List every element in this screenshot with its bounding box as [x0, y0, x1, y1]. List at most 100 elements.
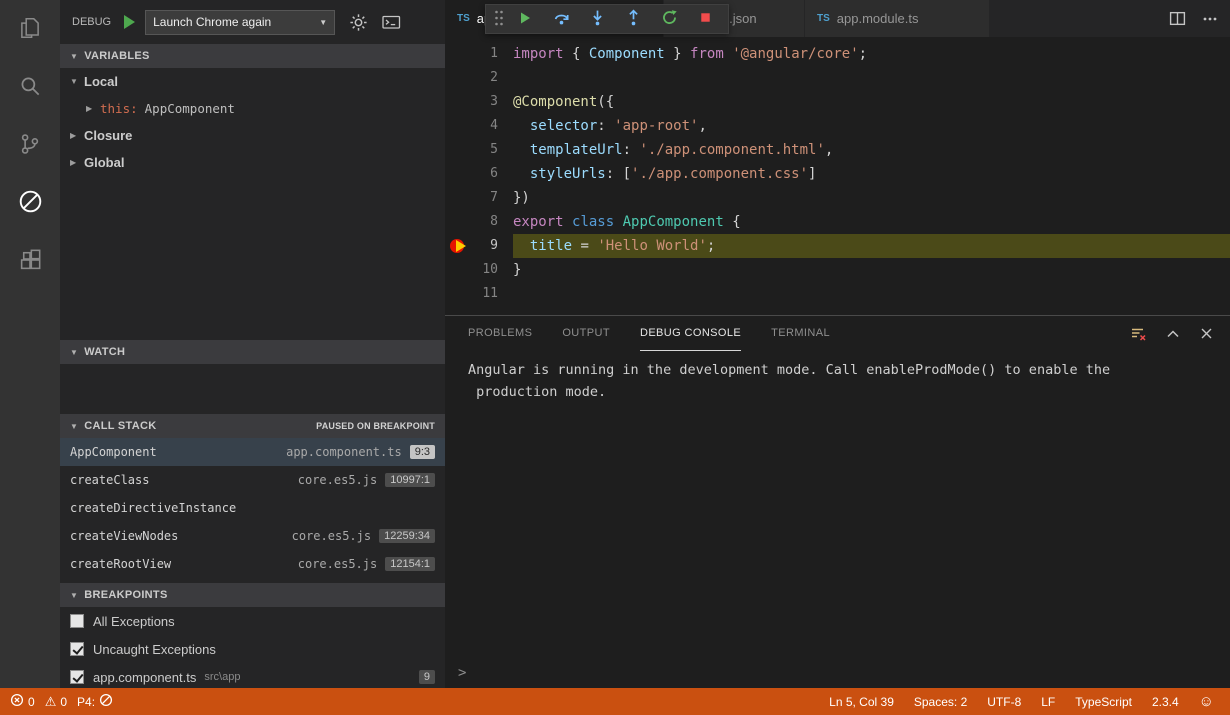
frame-line-badge: 12259:34: [379, 529, 435, 543]
twistie-icon: ▶: [70, 158, 84, 167]
breakpoint-checkbox[interactable]: [70, 670, 84, 684]
breakpoint-checkbox[interactable]: [70, 614, 84, 628]
launch-config-dropdown[interactable]: Launch Chrome again ▼: [145, 10, 335, 35]
gutter[interactable]: 8: [445, 210, 513, 234]
gutter[interactable]: 6: [445, 162, 513, 186]
panel-tab-output[interactable]: OUTPUT: [562, 316, 610, 351]
code-text[interactable]: }): [513, 186, 1230, 210]
debug-console-toggle-icon[interactable]: [382, 14, 401, 30]
breakpoint-item[interactable]: All Exceptions: [60, 607, 445, 635]
tab-label: app.module.ts: [837, 11, 919, 26]
maximize-panel-icon[interactable]: [1165, 326, 1181, 342]
activity-bar-item-debug[interactable]: [6, 182, 54, 224]
split-editor-icon[interactable]: [1169, 10, 1186, 27]
extensions-icon: [18, 247, 43, 275]
scm-status[interactable]: P4:: [77, 693, 113, 710]
code-text[interactable]: @Component({: [513, 90, 1230, 114]
editor-tab-app.module.ts[interactable]: TSapp.module.ts: [805, 0, 990, 37]
variables-list: ▼Local▶this:AppComponent▶Closure▶Global: [60, 68, 445, 340]
debug-console-input[interactable]: >: [458, 665, 466, 681]
activity-bar-item-source-control[interactable]: [6, 124, 54, 166]
status-indentation[interactable]: Spaces: 2: [914, 695, 967, 709]
gutter[interactable]: 11: [445, 282, 513, 306]
breakpoints-section-header[interactable]: ▼ BREAKPOINTS: [60, 583, 445, 607]
variables-scope-closure[interactable]: ▶Closure: [60, 122, 445, 149]
code-token: class: [572, 214, 614, 230]
call-stack-frame[interactable]: createDirectiveInstance: [60, 494, 445, 522]
panel-tab-debug-console[interactable]: DEBUG CONSOLE: [640, 316, 741, 351]
gutter[interactable]: 9: [445, 234, 513, 258]
gutter[interactable]: 7: [445, 186, 513, 210]
step-into-button[interactable]: [579, 5, 615, 33]
activity-bar-item-explorer[interactable]: [6, 8, 54, 50]
code-text[interactable]: }: [513, 258, 1230, 282]
watch-section-header[interactable]: ▼ WATCH: [60, 340, 445, 364]
variables-section-header[interactable]: ▼ VARIABLES: [60, 44, 445, 68]
status-eol[interactable]: LF: [1041, 695, 1055, 709]
toolbar-drag-grip[interactable]: [491, 5, 507, 33]
twistie-icon: ▶: [86, 104, 100, 113]
code-text[interactable]: styleUrls: ['./app.component.css']: [513, 162, 1230, 186]
call-stack-frame[interactable]: createViewNodescore.es5.js12259:34: [60, 522, 445, 550]
continue-button[interactable]: [507, 5, 543, 33]
status-encoding[interactable]: UTF-8: [987, 695, 1021, 709]
breakpoint-item[interactable]: app.component.tssrc\app9: [60, 663, 445, 688]
breakpoint-item[interactable]: Uncaught Exceptions: [60, 635, 445, 663]
line-number: 1: [490, 46, 498, 61]
code-text[interactable]: export class AppComponent {: [513, 210, 1230, 234]
frame-file: app.component.ts: [286, 445, 402, 459]
gutter[interactable]: 10: [445, 258, 513, 282]
call-stack-section: ▼ CALL STACK PAUSED ON BREAKPOINT AppCom…: [60, 414, 445, 583]
gutter[interactable]: 3: [445, 90, 513, 114]
frame-file: core.es5.js: [292, 529, 371, 543]
line-number: 5: [490, 142, 498, 157]
debug-console-output: Angular is running in the development mo…: [445, 351, 1230, 403]
stop-button[interactable]: [687, 5, 723, 33]
status-version[interactable]: 2.3.4: [1152, 695, 1179, 709]
code-text[interactable]: templateUrl: './app.component.html',: [513, 138, 1230, 162]
status-cursor-position[interactable]: Ln 5, Col 39: [829, 695, 894, 709]
error-count[interactable]: 0: [10, 693, 35, 710]
panel-tab-terminal[interactable]: TERMINAL: [771, 316, 830, 351]
call-stack-frame[interactable]: createRootViewcore.es5.js12154:1: [60, 550, 445, 578]
code-text[interactable]: title = 'Hello World';: [513, 234, 1230, 258]
code-token: Component: [589, 46, 665, 62]
step-over-button[interactable]: [543, 5, 579, 33]
code-text[interactable]: [513, 282, 1230, 306]
clear-console-icon[interactable]: [1130, 325, 1147, 342]
gutter[interactable]: 1: [445, 42, 513, 66]
code-token: =: [572, 238, 597, 254]
close-panel-icon[interactable]: [1199, 326, 1214, 341]
code-text[interactable]: import { Component } from '@angular/core…: [513, 42, 1230, 66]
restart-button[interactable]: [651, 5, 687, 33]
code-text[interactable]: selector: 'app-root',: [513, 114, 1230, 138]
start-debugging-button[interactable]: [124, 15, 135, 29]
gutter[interactable]: 4: [445, 114, 513, 138]
variables-scope-local[interactable]: ▼Local: [60, 68, 445, 95]
line-number: 11: [482, 286, 498, 301]
variable-item[interactable]: ▶this:AppComponent: [60, 95, 445, 122]
activity-bar-item-extensions[interactable]: [6, 240, 54, 282]
code-token: title: [530, 238, 572, 254]
activity-bar-item-search[interactable]: [6, 66, 54, 108]
gutter[interactable]: 2: [445, 66, 513, 90]
bottom-panel: PROBLEMS OUTPUT DEBUG CONSOLE TERMINAL Angu…: [445, 315, 1230, 688]
status-language[interactable]: TypeScript: [1075, 695, 1132, 709]
call-stack-frame[interactable]: AppComponentapp.component.ts9:3: [60, 438, 445, 466]
variables-scope-global[interactable]: ▶Global: [60, 149, 445, 176]
frame-line-badge: 12154:1: [385, 557, 435, 571]
code-text[interactable]: [513, 66, 1230, 90]
gear-icon[interactable]: [350, 14, 367, 31]
breakpoint-checkbox[interactable]: [70, 642, 84, 656]
call-stack-section-header[interactable]: ▼ CALL STACK PAUSED ON BREAKPOINT: [60, 414, 445, 438]
code-token: [513, 166, 530, 182]
warning-count[interactable]: ⚠ 0: [45, 695, 67, 709]
call-stack-frame[interactable]: createClasscore.es5.js10997:1: [60, 466, 445, 494]
line-number: 6: [490, 166, 498, 181]
step-out-button[interactable]: [615, 5, 651, 33]
more-actions-icon[interactable]: [1202, 11, 1218, 27]
feedback-smiley-icon[interactable]: ☺: [1199, 693, 1214, 710]
gutter[interactable]: 5: [445, 138, 513, 162]
code-editor[interactable]: 1 import { Component } from '@angular/cor…: [445, 37, 1230, 306]
panel-tab-problems[interactable]: PROBLEMS: [468, 316, 532, 351]
